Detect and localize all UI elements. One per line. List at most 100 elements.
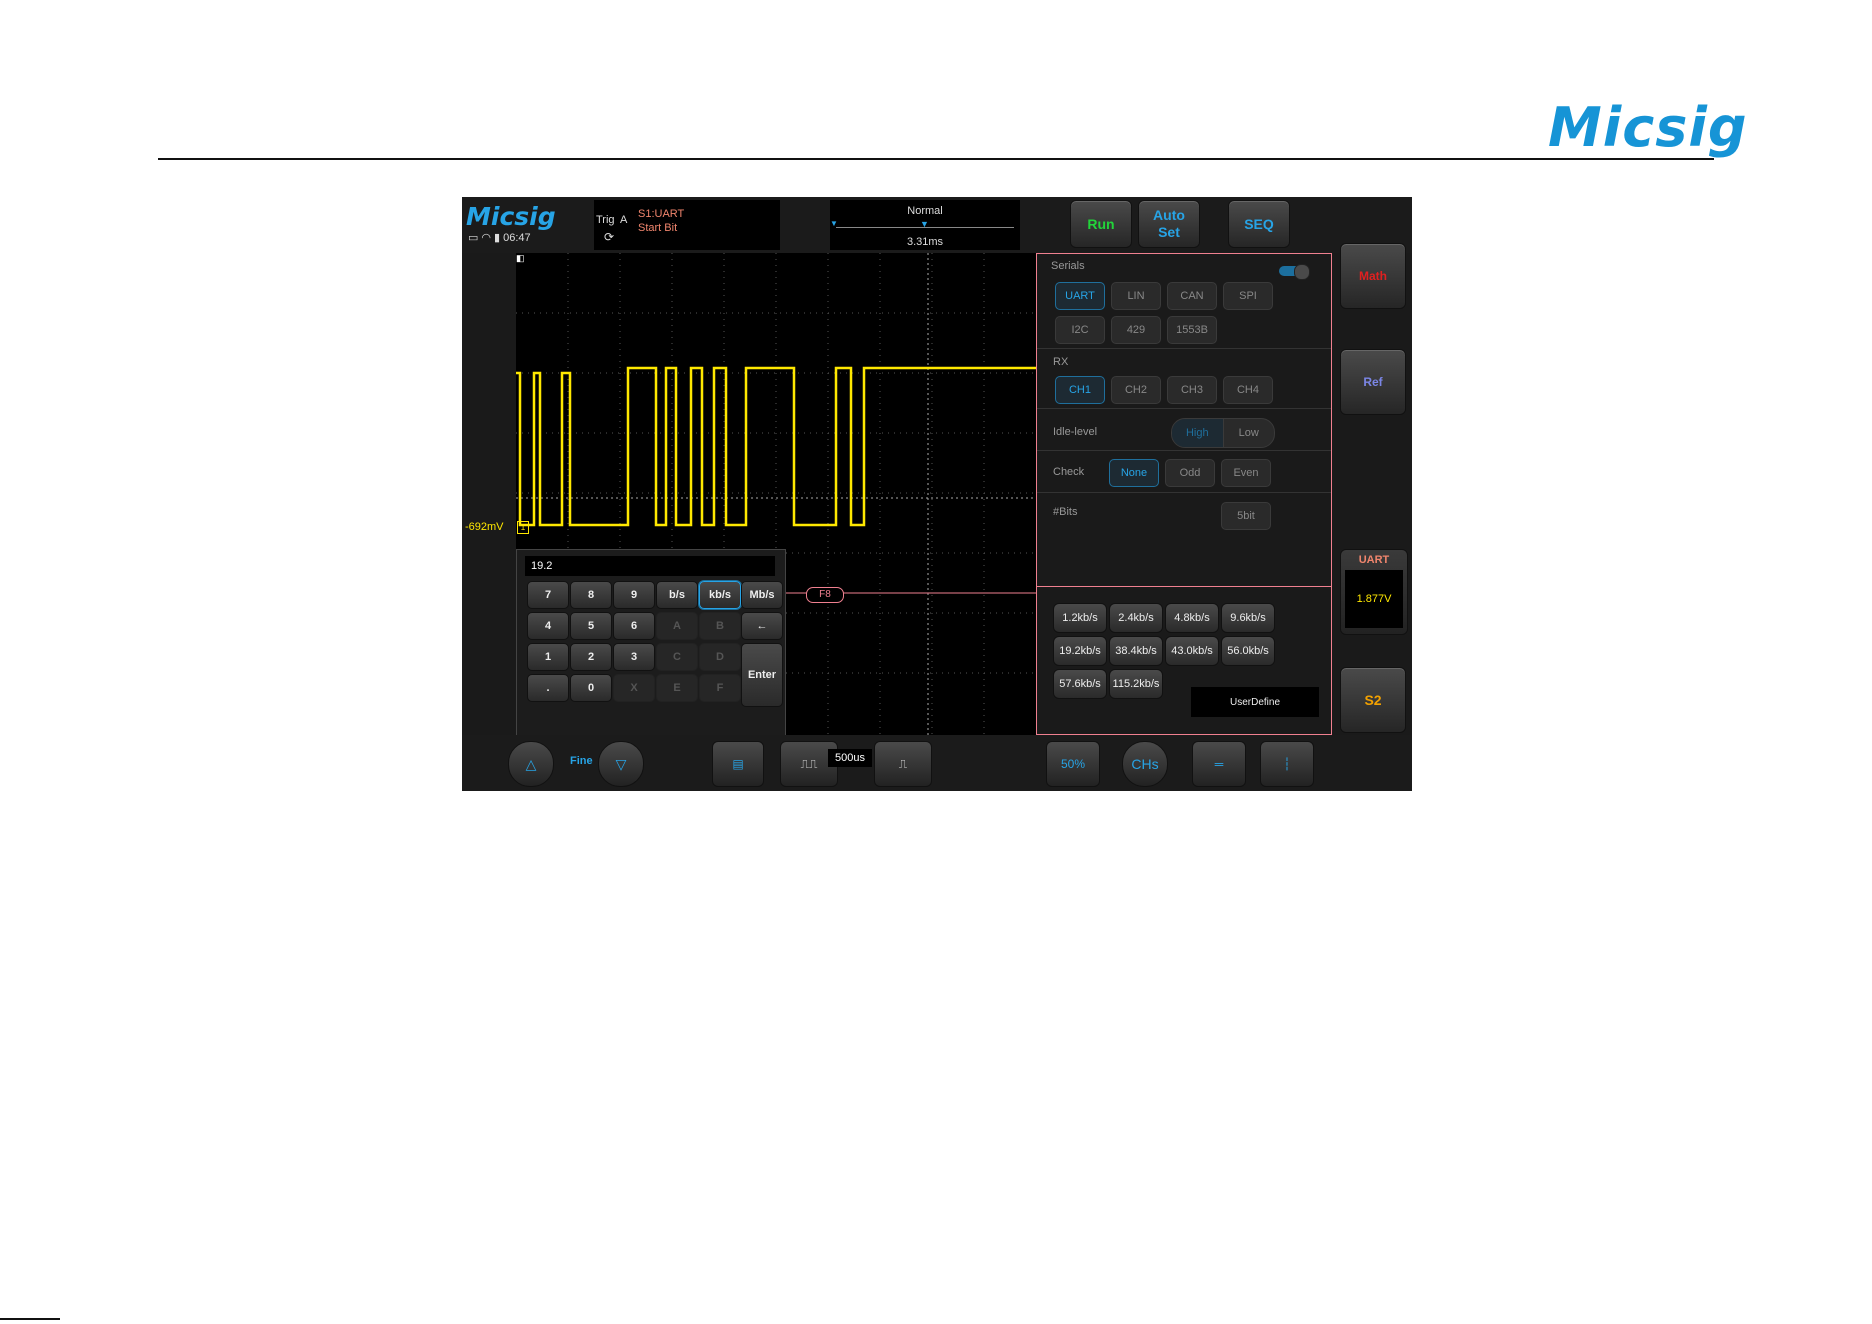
monitor-icon: ▭ [468, 232, 479, 244]
trigger-serial-name: S1:UART [638, 208, 685, 220]
serial-type-button[interactable]: CAN [1167, 282, 1217, 310]
keypad-key[interactable]: 9 [613, 581, 655, 609]
footer-rule [0, 1318, 60, 1320]
run-button[interactable]: Run [1070, 200, 1132, 248]
trigger-position-marker-icon: ▼ [920, 219, 929, 229]
keypad-key[interactable]: 4 [527, 612, 569, 640]
divider [1037, 408, 1331, 409]
channel-1-marker[interactable]: 1 [517, 521, 529, 534]
keypad-key: A [656, 612, 698, 640]
keypad-key: E [656, 674, 698, 702]
check-even-button[interactable]: Even [1221, 459, 1271, 487]
channel-offset: -692mV [465, 521, 504, 533]
keypad-key: F [699, 674, 741, 702]
serial-type-button[interactable]: SPI [1223, 282, 1273, 310]
serials-toggle[interactable] [1279, 264, 1310, 280]
micsig-document-logo: Micsig [1548, 96, 1748, 159]
baud-rate-button[interactable]: 4.8kb/s [1165, 603, 1219, 633]
keypad-key[interactable]: . [527, 674, 569, 702]
check-none-button[interactable]: None [1109, 459, 1159, 487]
keypad-input[interactable]: 19.2 [525, 556, 775, 576]
decode-data-tag: F8 [806, 587, 844, 603]
baud-rate-button[interactable]: 2.4kb/s [1109, 603, 1163, 633]
idle-low-option[interactable]: Low [1224, 419, 1275, 447]
trigger-mode: Normal [907, 205, 943, 217]
baud-rate-button[interactable]: 56.0kb/s [1221, 636, 1275, 666]
keypad-key[interactable]: b/s [656, 581, 698, 609]
keypad-key[interactable]: Mb/s [741, 581, 783, 609]
keypad-key[interactable]: 2 [570, 643, 612, 671]
trigger-mode-box[interactable]: Normal ▼ ▼ 3.31ms [830, 200, 1020, 250]
keypad-key[interactable]: kb/s [699, 581, 741, 609]
baud-rate-button[interactable]: 38.4kb/s [1109, 636, 1163, 666]
baud-rate-button[interactable]: 19.2kb/s [1053, 636, 1107, 666]
rx-channel-button[interactable]: CH2 [1111, 376, 1161, 404]
save-icon[interactable]: ▤ [712, 741, 764, 787]
idle-level-switch[interactable]: High Low [1171, 418, 1275, 448]
vertical-cursor-icon[interactable]: ┆ [1260, 741, 1314, 787]
check-label: Check [1053, 466, 1085, 478]
vertical-up-icon[interactable]: △ [508, 741, 554, 787]
baud-rate-button[interactable]: 115.2kb/s [1109, 669, 1163, 699]
idle-level-label: Idle-level [1053, 426, 1098, 438]
fine-label[interactable]: Fine [570, 755, 593, 767]
keypad-key[interactable]: 8 [570, 581, 612, 609]
baud-rate-button[interactable]: 43.0kb/s [1165, 636, 1219, 666]
horizontal-cursor-icon[interactable]: ═ [1192, 741, 1246, 787]
rx-label: RX [1053, 356, 1069, 368]
zoom-out-waveform-icon[interactable]: ⎍ [874, 741, 932, 787]
uart-channel-button[interactable]: UART 1.877V [1340, 549, 1408, 635]
keypad-key[interactable]: 6 [613, 612, 655, 640]
s2-button[interactable]: S2 [1340, 667, 1406, 733]
auto-set-button[interactable]: Auto Set [1138, 200, 1200, 248]
trigger-level-marker-icon: ◧ [516, 253, 525, 263]
baud-rate-button[interactable]: 57.6kb/s [1053, 669, 1107, 699]
brand-logo: Micsig [466, 202, 556, 231]
serial-type-button[interactable]: UART [1055, 282, 1105, 310]
numeric-keypad: 19.2 7 8 9 b/s kb/s Mb/s 4 5 6 A B ← 1 2 3 C D. 0 X E F Ente… [516, 549, 786, 737]
rx-channel-button[interactable]: CH3 [1167, 376, 1217, 404]
rx-channel-button[interactable]: CH4 [1223, 376, 1273, 404]
baud-rate-picker: 1.2kb/s 2.4kb/s 4.8kb/s 9.6kb/s 19.2kb/s 38.4… [1037, 586, 1331, 735]
enter-key[interactable]: Enter [741, 643, 783, 707]
serial-type-button[interactable]: 1553B [1167, 316, 1217, 344]
math-button[interactable]: Math [1340, 243, 1406, 309]
keypad-key[interactable]: 3 [613, 643, 655, 671]
uart-threshold-value: 1.877V [1345, 570, 1403, 628]
user-define-button[interactable]: UserDefine [1191, 687, 1319, 717]
bits-button[interactable]: 5bit [1221, 502, 1271, 530]
serial-type-button[interactable]: I2C [1055, 316, 1105, 344]
status-bar: ▭ ◠ ▮ 06:47 [468, 231, 531, 245]
divider [1037, 492, 1331, 493]
baud-rate-button[interactable]: 9.6kb/s [1221, 603, 1275, 633]
serial-settings-panel: Serials UART LIN CAN SPI I2C 429 1553B RX CH1 C… [1036, 253, 1332, 735]
check-odd-button[interactable]: Odd [1165, 459, 1215, 487]
keypad-key[interactable]: 5 [570, 612, 612, 640]
top-bar: Micsig ▭ ◠ ▮ 06:47 Trig A ⟳ S1:UART Star… [462, 197, 1412, 253]
keypad-key: B [699, 612, 741, 640]
keypad-key[interactable]: ← [741, 612, 783, 640]
ref-button[interactable]: Ref [1340, 349, 1406, 415]
seq-button[interactable]: SEQ [1228, 200, 1290, 248]
serial-type-button[interactable]: LIN [1111, 282, 1161, 310]
rx-channel-button[interactable]: CH1 [1055, 376, 1105, 404]
bottom-bar: △ Fine ▽ ▤ ⎍⎍ 500us ⎍ 50% CHs ═ ┆ [462, 735, 1412, 791]
keypad-key: X [613, 674, 655, 702]
trigger-info[interactable]: Trig A ⟳ S1:UART Start Bit [594, 200, 780, 250]
idle-high-option[interactable]: High [1172, 419, 1224, 447]
battery-icon: ▮ [494, 232, 501, 244]
vertical-down-icon[interactable]: ▽ [598, 741, 644, 787]
keypad-key[interactable]: 7 [527, 581, 569, 609]
timebase-value[interactable]: 500us [828, 749, 872, 767]
wifi-icon: ◠ [481, 232, 492, 244]
trigger-edge-icon: ⟳ [604, 230, 615, 244]
oscilloscope-screen: Micsig ▭ ◠ ▮ 06:47 Trig A ⟳ S1:UART Star… [462, 197, 1412, 791]
keypad-key: C [656, 643, 698, 671]
trigger-serial: S1:UART Start Bit [638, 207, 684, 235]
channels-button[interactable]: CHs [1122, 741, 1168, 787]
keypad-key[interactable]: 0 [570, 674, 612, 702]
serial-type-button[interactable]: 429 [1111, 316, 1161, 344]
baud-rate-button[interactable]: 1.2kb/s [1053, 603, 1107, 633]
trigger-50-button[interactable]: 50% [1046, 741, 1100, 787]
keypad-key[interactable]: 1 [527, 643, 569, 671]
